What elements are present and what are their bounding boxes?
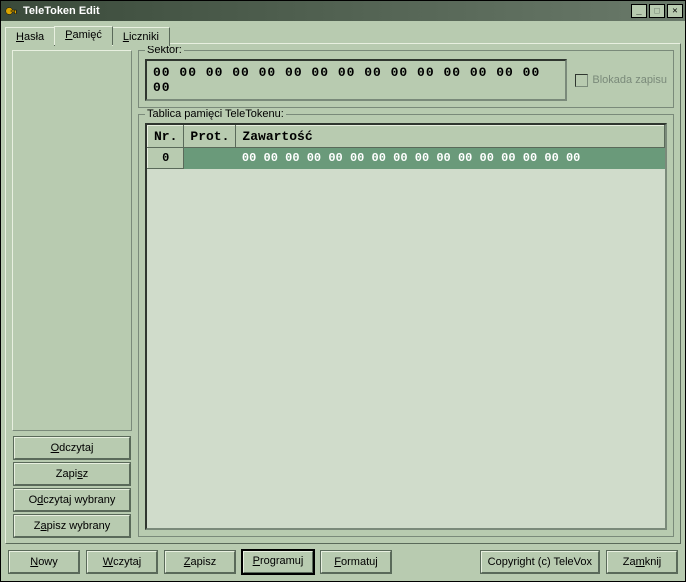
table-row[interactable]: 0 00 00 00 00 00 00 00 00 00 00 00 00 00… <box>148 148 665 169</box>
tab-strip: Hasła Pamięć Liczniki <box>5 25 681 44</box>
copyright-button[interactable]: Copyright (c) TeleVox <box>481 551 599 573</box>
read-selected-button[interactable]: Odczytaj wybrany <box>14 489 130 511</box>
cell-prot <box>184 148 236 169</box>
save-button[interactable]: Zapisz <box>14 463 130 485</box>
minimize-button[interactable]: _ <box>631 4 647 18</box>
memory-table-wrap: Nr. Prot. Zawartość 0 00 00 00 00 00 00 … <box>145 123 667 530</box>
titlebar: TeleToken Edit _ □ ✕ <box>1 1 685 21</box>
checkbox-icon <box>575 74 588 87</box>
format-button[interactable]: Formatuj <box>321 551 391 573</box>
write-lock-label: Blokada zapisu <box>592 74 667 86</box>
sektor-group: Sektor: 00 00 00 00 00 00 00 00 00 00 00… <box>138 50 674 108</box>
close-button[interactable]: Zamknij <box>607 551 677 573</box>
cell-content: 00 00 00 00 00 00 00 00 00 00 00 00 00 0… <box>236 148 665 169</box>
left-buttons: Odczytaj Zapisz Odczytaj wybrany Zapisz … <box>12 437 132 537</box>
save-selected-button[interactable]: Zapisz wybrany <box>14 515 130 537</box>
bottom-toolbar: Nowy Wczytaj Zapisz Programuj Formatuj C… <box>1 545 685 581</box>
col-content[interactable]: Zawartość <box>236 126 665 148</box>
sektor-input[interactable]: 00 00 00 00 00 00 00 00 00 00 00 00 00 0… <box>145 59 567 101</box>
load-button[interactable]: Wczytaj <box>87 551 157 573</box>
left-panel: Odczytaj Zapisz Odczytaj wybrany Zapisz … <box>12 50 132 537</box>
tab-body: Odczytaj Zapisz Odczytaj wybrany Zapisz … <box>5 43 681 544</box>
cell-nr: 0 <box>148 148 184 169</box>
memory-table-label: Tablica pamięci TeleTokenu: <box>145 108 286 120</box>
tab-pamiec[interactable]: Pamięć <box>54 26 113 45</box>
col-prot[interactable]: Prot. <box>184 126 236 148</box>
app-window: TeleToken Edit _ □ ✕ Hasła Pamięć Liczni… <box>0 0 686 582</box>
bottom-save-button[interactable]: Zapisz <box>165 551 235 573</box>
window-controls: _ □ ✕ <box>631 4 683 18</box>
right-panel: Sektor: 00 00 00 00 00 00 00 00 00 00 00… <box>138 50 674 537</box>
col-nr[interactable]: Nr. <box>148 126 184 148</box>
tab-hasla[interactable]: Hasła <box>5 27 55 46</box>
client-area: Hasła Pamięć Liczniki Odczytaj Zapisz Od… <box>1 21 685 545</box>
program-button[interactable]: Programuj <box>243 551 313 573</box>
new-button[interactable]: Nowy <box>9 551 79 573</box>
read-button[interactable]: Odczytaj <box>14 437 130 459</box>
close-window-button[interactable]: ✕ <box>667 4 683 18</box>
write-lock-checkbox[interactable]: Blokada zapisu <box>575 74 667 87</box>
memory-table-group: Tablica pamięci TeleTokenu: Nr. Prot. Za… <box>138 114 674 537</box>
memory-table: Nr. Prot. Zawartość 0 00 00 00 00 00 00 … <box>147 125 665 169</box>
maximize-button[interactable]: □ <box>649 4 665 18</box>
window-title: TeleToken Edit <box>23 5 631 17</box>
tab-liczniki[interactable]: Liczniki <box>112 27 170 46</box>
left-spacer <box>12 50 132 431</box>
app-icon <box>3 3 19 19</box>
